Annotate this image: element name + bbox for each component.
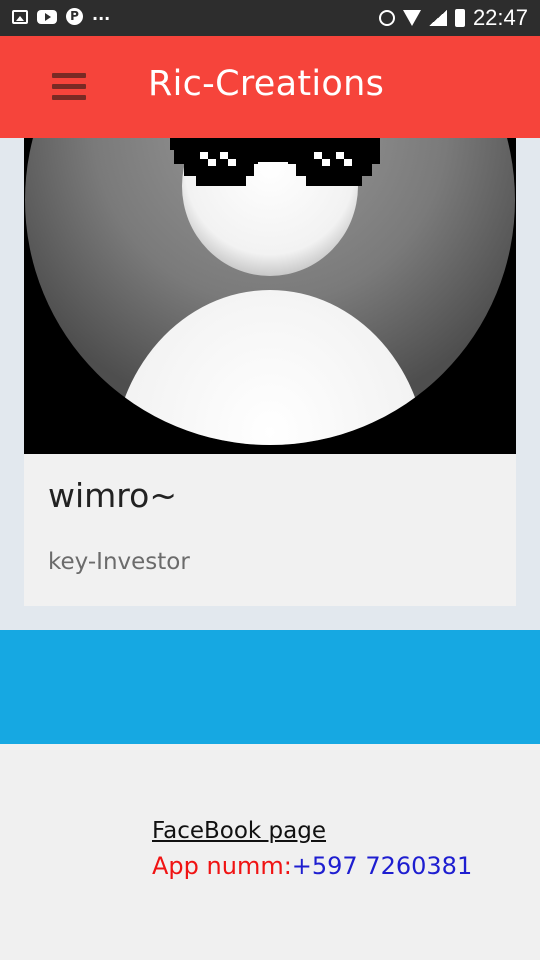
hamburger-menu-icon[interactable] xyxy=(52,73,86,101)
notification-icons: P ... xyxy=(12,5,111,25)
status-bar: P ... 22:47 xyxy=(0,0,540,36)
facebook-page-link[interactable]: FaceBook page xyxy=(152,818,326,844)
profile-card: wimro~ key-Investor xyxy=(24,138,516,606)
app-bar: Ric-Creations xyxy=(0,36,540,138)
app-number: App numm:+597 7260381 xyxy=(152,852,472,880)
gallery-icon xyxy=(12,9,28,24)
app-number-label: App numm: xyxy=(152,852,292,880)
status-time: 22:47 xyxy=(472,5,528,30)
app-title: Ric-Creations xyxy=(148,64,385,104)
app-number-value[interactable]: +597 7260381 xyxy=(292,852,472,880)
avatar xyxy=(24,138,516,454)
pinterest-icon: P xyxy=(66,8,83,25)
youtube-icon xyxy=(37,9,57,24)
system-icons: 22:47 xyxy=(378,5,528,31)
more-notifications-icon: ... xyxy=(92,5,111,24)
avatar-illustration xyxy=(24,138,516,454)
footer: FaceBook page App numm:+597 7260381 xyxy=(0,744,540,960)
battery-icon xyxy=(454,9,465,27)
wifi-icon xyxy=(402,10,421,26)
profile-role: key-Investor xyxy=(48,549,190,575)
alarm-icon xyxy=(378,10,395,26)
signal-icon xyxy=(428,10,447,26)
blue-banner xyxy=(0,630,540,744)
profile-name: wimro~ xyxy=(48,476,177,515)
